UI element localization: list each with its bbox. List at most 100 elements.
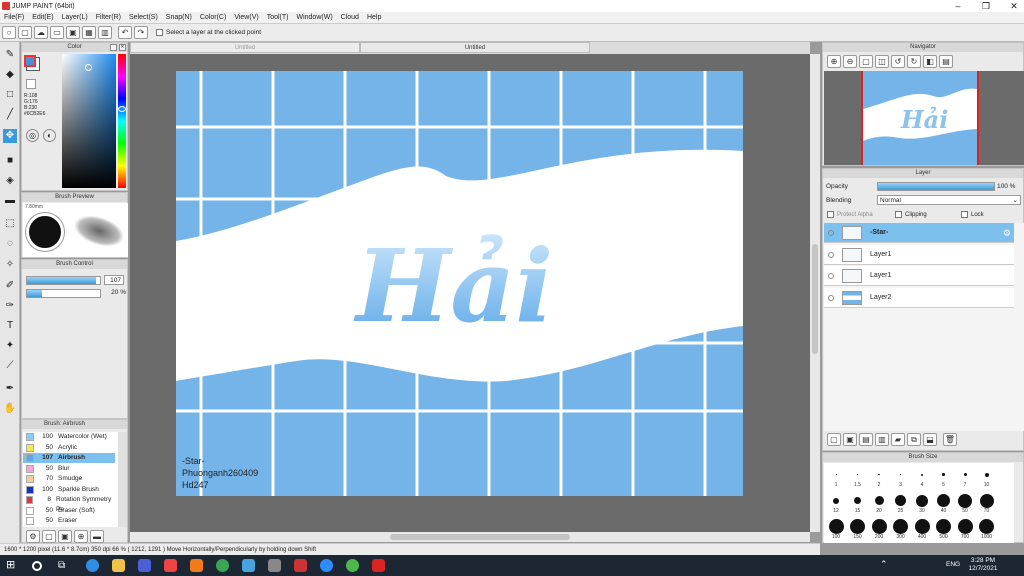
task-view-icon[interactable]: ⧉	[58, 559, 71, 572]
brush-list-scrollbar[interactable]	[118, 432, 127, 527]
zoom-out-icon[interactable]: ⊖	[843, 55, 857, 68]
vertical-scroll-thumb[interactable]	[812, 244, 818, 354]
undo-icon[interactable]: ↶	[118, 26, 132, 39]
brush-size-option[interactable]: 400	[912, 519, 932, 540]
brush-list-item[interactable]: 50 Acrylic	[23, 443, 115, 453]
brush-size-option[interactable]: 500	[934, 519, 954, 540]
brush-size-option[interactable]: 1.5	[848, 467, 868, 488]
new-halftone-layer-icon[interactable]: ▥	[875, 433, 889, 446]
hue-slider[interactable]	[118, 54, 126, 188]
minimize-icon[interactable]: –	[944, 0, 972, 12]
layer-row[interactable]: Layer2	[824, 287, 1014, 308]
select-tool-icon[interactable]: ⬚	[3, 217, 17, 231]
brush-size-option[interactable]: 300	[891, 519, 911, 540]
brush-list-item[interactable]: 8 Rotation Symmetry Pe	[23, 495, 115, 513]
brush-size-option[interactable]: 25	[891, 493, 911, 514]
color-wheel-icon[interactable]: ◎	[26, 129, 39, 142]
new-canvas-icon[interactable]: ○	[2, 26, 16, 39]
brush-settings-icon[interactable]: ⚙	[26, 530, 40, 543]
new-1bit-layer-icon[interactable]: ▤	[859, 433, 873, 446]
eye-icon[interactable]	[828, 273, 834, 279]
gradient-tool-icon[interactable]: ▬	[3, 194, 17, 208]
new-brush-icon[interactable]: ▢	[42, 530, 56, 543]
brush-size-option[interactable]: 7	[955, 467, 975, 488]
language-indicator[interactable]: ENG	[946, 561, 960, 568]
app-icon-blue[interactable]	[242, 559, 255, 572]
teams-icon[interactable]	[138, 559, 151, 572]
comment-icon[interactable]: ▭	[50, 26, 64, 39]
move-tool-icon[interactable]: ✥	[3, 129, 17, 143]
vertical-scrollbar[interactable]	[810, 54, 820, 532]
protect-alpha-option[interactable]: Protect Alpha	[827, 211, 873, 218]
brush-size-option[interactable]: 10	[977, 467, 997, 488]
menu-layer[interactable]: Layer(L)	[58, 14, 92, 21]
app-icon-orange[interactable]	[190, 559, 203, 572]
menu-color[interactable]: Color(C)	[196, 14, 230, 21]
copy-layer-icon[interactable]: ⧉	[907, 433, 921, 446]
menu-window[interactable]: Window(W)	[292, 14, 336, 21]
camera-icon[interactable]	[268, 559, 281, 572]
menu-cloud[interactable]: Cloud	[337, 14, 363, 21]
new-layer-icon[interactable]: ▢	[827, 433, 841, 446]
shape-tool-icon[interactable]: ■	[3, 154, 17, 168]
horizontal-scroll-thumb[interactable]	[390, 534, 570, 540]
merge-layer-icon[interactable]: ⬓	[923, 433, 937, 446]
fill-tool-icon[interactable]: ◈	[3, 174, 17, 188]
protect-alpha-checkbox[interactable]	[827, 211, 834, 218]
app-icon-green[interactable]	[346, 559, 359, 572]
brush-size-option[interactable]: 12	[826, 493, 846, 514]
zoom-100-icon[interactable]: ◫	[875, 55, 889, 68]
eyedropper-icon[interactable]: ✒	[3, 382, 17, 396]
menu-tool[interactable]: Tool(T)	[263, 14, 293, 21]
brush-size-option[interactable]: 4	[912, 467, 932, 488]
search-icon[interactable]	[32, 561, 42, 571]
select-layer-option[interactable]: Select a layer at the clicked point	[156, 28, 261, 36]
brush-size-option[interactable]: 15	[848, 493, 868, 514]
blending-select[interactable]: Normal ⌄	[877, 195, 1021, 205]
brush-size-option[interactable]: 20	[869, 493, 889, 514]
horizontal-scrollbar[interactable]	[130, 532, 810, 542]
hand-tool-icon[interactable]: ✋	[3, 402, 17, 416]
flip-icon[interactable]: ◧	[923, 55, 937, 68]
lock-checkbox[interactable]	[961, 211, 968, 218]
select-layer-checkbox[interactable]	[156, 28, 163, 36]
fit-icon[interactable]: ▢	[859, 55, 873, 68]
lock-option[interactable]: Lock	[961, 211, 984, 218]
magic-wand-icon[interactable]: ✧	[3, 258, 17, 272]
brush-list-item[interactable]: 50 Eraser	[23, 516, 115, 526]
navigator-preview[interactable]: Hải	[824, 71, 1024, 165]
color-picker-cursor[interactable]	[85, 64, 92, 71]
panel-close-icon[interactable]: ✕	[119, 44, 126, 51]
brush-size-option[interactable]: 30	[912, 493, 932, 514]
brush-size-option[interactable]: 2	[869, 467, 889, 488]
panel-icon[interactable]: ▥	[98, 26, 112, 39]
saturation-value-square[interactable]	[62, 54, 116, 188]
opacity-slider[interactable]	[877, 182, 995, 191]
divide-tool-icon[interactable]: ⟋	[3, 359, 17, 373]
panel-float-icon[interactable]	[110, 44, 117, 51]
new-8bit-layer-icon[interactable]: ▣	[843, 433, 857, 446]
lasso-tool-icon[interactable]: ◌	[3, 237, 17, 251]
brush-size-option[interactable]: 70	[977, 493, 997, 514]
brush-list-item[interactable]: 50 Eraser (Soft)	[23, 506, 115, 516]
artwork-canvas[interactable]: Hải -Star- Phuonganh260409 Hd247	[176, 71, 743, 496]
app-icon-red[interactable]	[294, 559, 307, 572]
delete-layer-icon[interactable]: 🗑	[943, 433, 957, 446]
eye-icon[interactable]	[828, 294, 834, 301]
brush-size-option[interactable]: 40	[934, 493, 954, 514]
menu-snap[interactable]: Snap(N)	[162, 14, 196, 21]
brush-size-option[interactable]: 100	[826, 519, 846, 540]
brush-size-option[interactable]: 3	[891, 467, 911, 488]
brush-size-option[interactable]: 5	[934, 467, 954, 488]
brush-list-item[interactable]: 50 Blur	[23, 464, 115, 474]
brush-list-item[interactable]: 100 Sparkle Brush	[23, 485, 115, 495]
brush-density-slider[interactable]	[26, 289, 101, 298]
save-icon[interactable]: ▣	[66, 26, 80, 39]
gear-icon[interactable]: ⚙	[1003, 223, 1011, 243]
cloud-icon[interactable]: ☁	[34, 26, 48, 39]
clipping-option[interactable]: Clipping	[895, 211, 927, 218]
menu-select[interactable]: Select(S)	[125, 14, 162, 21]
zoom-in-icon[interactable]: ⊕	[827, 55, 841, 68]
transparent-color-icon[interactable]	[26, 79, 36, 89]
jump-paint-taskbar-icon[interactable]	[372, 559, 385, 572]
